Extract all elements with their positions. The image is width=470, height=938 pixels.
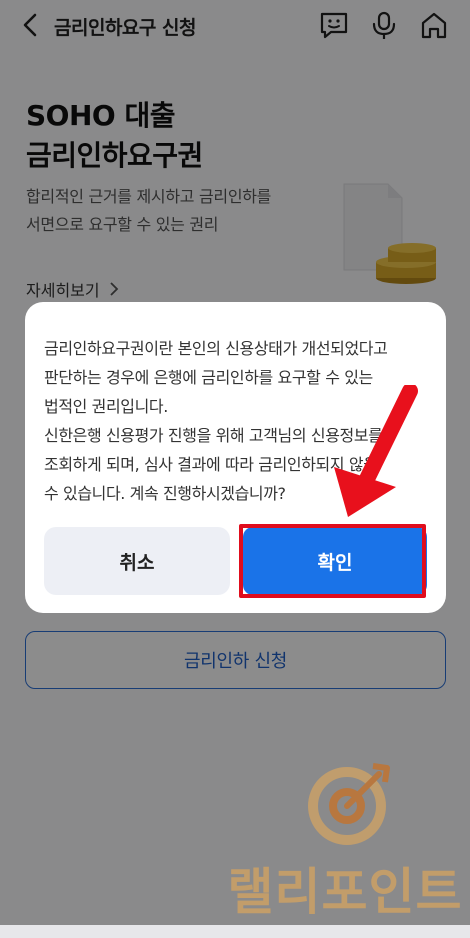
target-logo-icon <box>308 763 390 845</box>
watermark-text: 랠리포인트 <box>227 863 463 921</box>
bottom-bar <box>0 925 470 938</box>
watermark: 랠리포인트 <box>225 760 465 921</box>
red-arrow-icon <box>334 385 418 517</box>
cancel-button[interactable]: 취소 <box>44 527 230 595</box>
dialog-line: 금리인하요구권이란 본인의 신용상태가 개선되었다고 <box>44 339 388 358</box>
highlight-box <box>239 524 426 598</box>
